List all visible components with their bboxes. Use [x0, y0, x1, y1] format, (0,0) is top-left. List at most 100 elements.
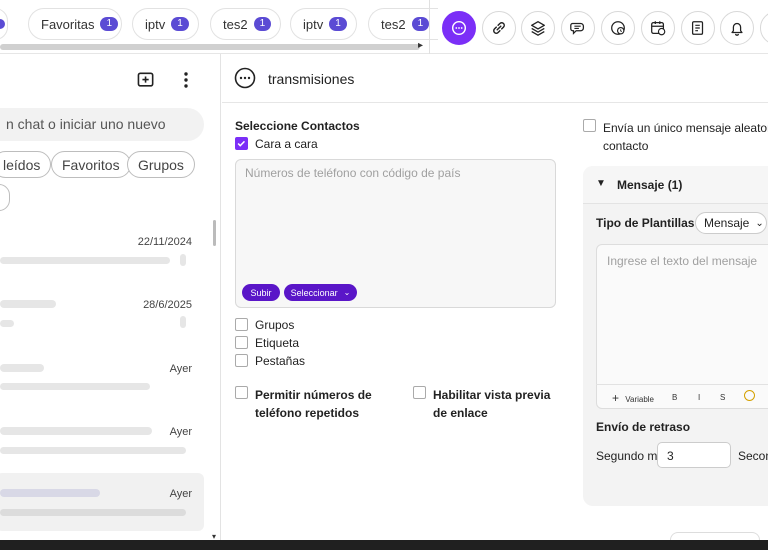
tab-label: iptv [145, 16, 166, 32]
notes-button[interactable] [681, 11, 715, 45]
filter-partial[interactable] [0, 184, 10, 211]
chat-bubbles-icon [570, 22, 585, 35]
chats-button[interactable] [561, 11, 595, 45]
tabs-checkbox[interactable] [235, 354, 248, 367]
link-icon [493, 22, 505, 34]
calendar-clock-icon [651, 21, 666, 36]
sidebar-scrollbar[interactable] [213, 220, 216, 246]
tab-tes2[interactable]: tes2 1 [210, 8, 281, 40]
link-preview-checkbox[interactable] [413, 386, 426, 399]
list-item[interactable]: Ayer [0, 418, 204, 468]
chat-name [0, 364, 44, 372]
menu-icon[interactable] [184, 72, 188, 88]
tab-badge: 1 [171, 17, 189, 31]
select-button-label: Seleccionar [290, 287, 338, 298]
seconds-min-input[interactable]: 3 [657, 442, 731, 468]
tabs-label: Pestañas [255, 354, 306, 368]
seconds-max-label: Secon [738, 449, 768, 463]
filter-unread[interactable]: leídos [0, 151, 52, 178]
layers-button[interactable] [521, 11, 555, 45]
chat-date: Ayer [169, 426, 192, 438]
select-button[interactable]: Seleccionar ⌄ [284, 284, 357, 301]
tab-favoritas[interactable]: Favoritas 1 [28, 8, 122, 40]
groups-checkbox[interactable] [235, 318, 248, 331]
list-item[interactable]: 28/6/2025 [0, 294, 204, 344]
add-variable-button[interactable]: + Variable [612, 391, 654, 405]
broadcast-button[interactable] [442, 11, 476, 45]
bell-icon [731, 22, 743, 36]
label-label: Etiqueta [255, 336, 300, 350]
chat-date: 22/11/2024 [137, 236, 192, 248]
emoji-icon[interactable] [744, 390, 755, 401]
message-card-header[interactable]: ▼ Mensaje (1) [583, 166, 768, 204]
calendar-button[interactable] [641, 11, 675, 45]
scroll-right-icon[interactable]: ▸ [418, 40, 423, 51]
message-toolbar: + Variable B I S [596, 384, 768, 409]
face-to-face-label: Cara a cara [255, 137, 318, 151]
list-item[interactable]: 22/11/2024 [0, 230, 204, 280]
chat-date: Ayer [169, 488, 192, 500]
chat-name [0, 300, 56, 308]
chat-sidebar: n chat o iniciar uno nuevo leídos Favori… [0, 54, 221, 540]
list-item-selected[interactable]: Ayer [0, 473, 204, 531]
seconds-min-label: Segundo mi [596, 449, 661, 463]
header-divider [222, 102, 768, 103]
scroll-down-icon[interactable]: ▾ [212, 532, 216, 540]
italic-button[interactable]: I [698, 393, 700, 402]
template-type-select[interactable]: Mensaje ⌄ [695, 212, 767, 234]
phone-numbers-input[interactable]: Números de teléfono con código de país [235, 159, 556, 308]
tabs-scrollbar[interactable] [0, 44, 420, 50]
taskbar [0, 540, 768, 550]
filter-groups[interactable]: Grupos [127, 151, 195, 178]
chat-status [180, 316, 186, 328]
layers-icon [531, 21, 545, 36]
search-input[interactable]: n chat o iniciar uno nuevo [0, 108, 204, 141]
tab-label: iptv [303, 16, 324, 32]
plus-icon: + [612, 391, 620, 405]
allow-duplicates-checkbox[interactable] [235, 386, 248, 399]
link-button[interactable] [482, 11, 516, 45]
chat-name [0, 427, 152, 435]
strike-button[interactable]: S [720, 393, 725, 402]
tab-label: tes2 [223, 16, 248, 32]
tab-badge: 1 [411, 17, 430, 31]
face-to-face-checkbox[interactable] [235, 137, 248, 150]
chat-preview [0, 320, 14, 327]
label-checkbox[interactable] [235, 336, 248, 349]
scheduled-chat-button[interactable] [601, 11, 635, 45]
tab-iptv[interactable]: iptv 1 [132, 8, 199, 40]
tab-label: Favoritas [41, 16, 95, 32]
random-message-label: Envía un único mensaje aleatorio contact… [603, 121, 768, 153]
list-item[interactable]: Ayer [0, 356, 204, 406]
more-tools-button[interactable] [760, 11, 768, 45]
page-title: transmisiones [268, 71, 355, 87]
random-message-checkbox[interactable] [583, 119, 596, 132]
select-contacts-label: Seleccione Contactos [235, 119, 360, 133]
tab-iptv-2[interactable]: iptv 1 [290, 8, 357, 40]
bold-button[interactable]: B [672, 393, 677, 402]
chat-status [180, 254, 186, 266]
notifications-button[interactable] [720, 11, 754, 45]
upload-button[interactable]: Subir [242, 284, 280, 301]
tab-partial[interactable] [0, 8, 8, 40]
phone-numbers-placeholder: Números de teléfono con código de país [245, 166, 461, 180]
new-chat-icon[interactable] [137, 72, 155, 88]
link-preview-label: Habilitar vista previa de enlace [433, 388, 551, 420]
collapse-icon: ▼ [596, 178, 606, 189]
top-bar: Favoritas 1 iptv 1 tes2 1 iptv 1 tes2 1 … [0, 0, 768, 54]
broadcast-icon [451, 20, 467, 36]
allow-duplicates-label: Permitir números de teléfono repetidos [255, 388, 372, 420]
chat-preview [0, 383, 150, 390]
tab-label: tes2 [381, 16, 406, 32]
tab-tes2-2[interactable]: tes2 1 [368, 8, 438, 40]
notes-icon [691, 21, 704, 35]
variable-label: Variable [625, 395, 655, 404]
chat-preview [0, 509, 186, 516]
divider [429, 0, 430, 54]
chat-date: 28/6/2025 [143, 299, 192, 311]
chevron-down-icon: ⌄ [755, 217, 764, 229]
filter-favorites[interactable]: Favoritos [51, 151, 131, 178]
chat-name [0, 489, 100, 497]
chevron-down-icon: ⌄ [343, 288, 351, 297]
message-placeholder: Ingrese el texto del mensaje [607, 254, 758, 268]
